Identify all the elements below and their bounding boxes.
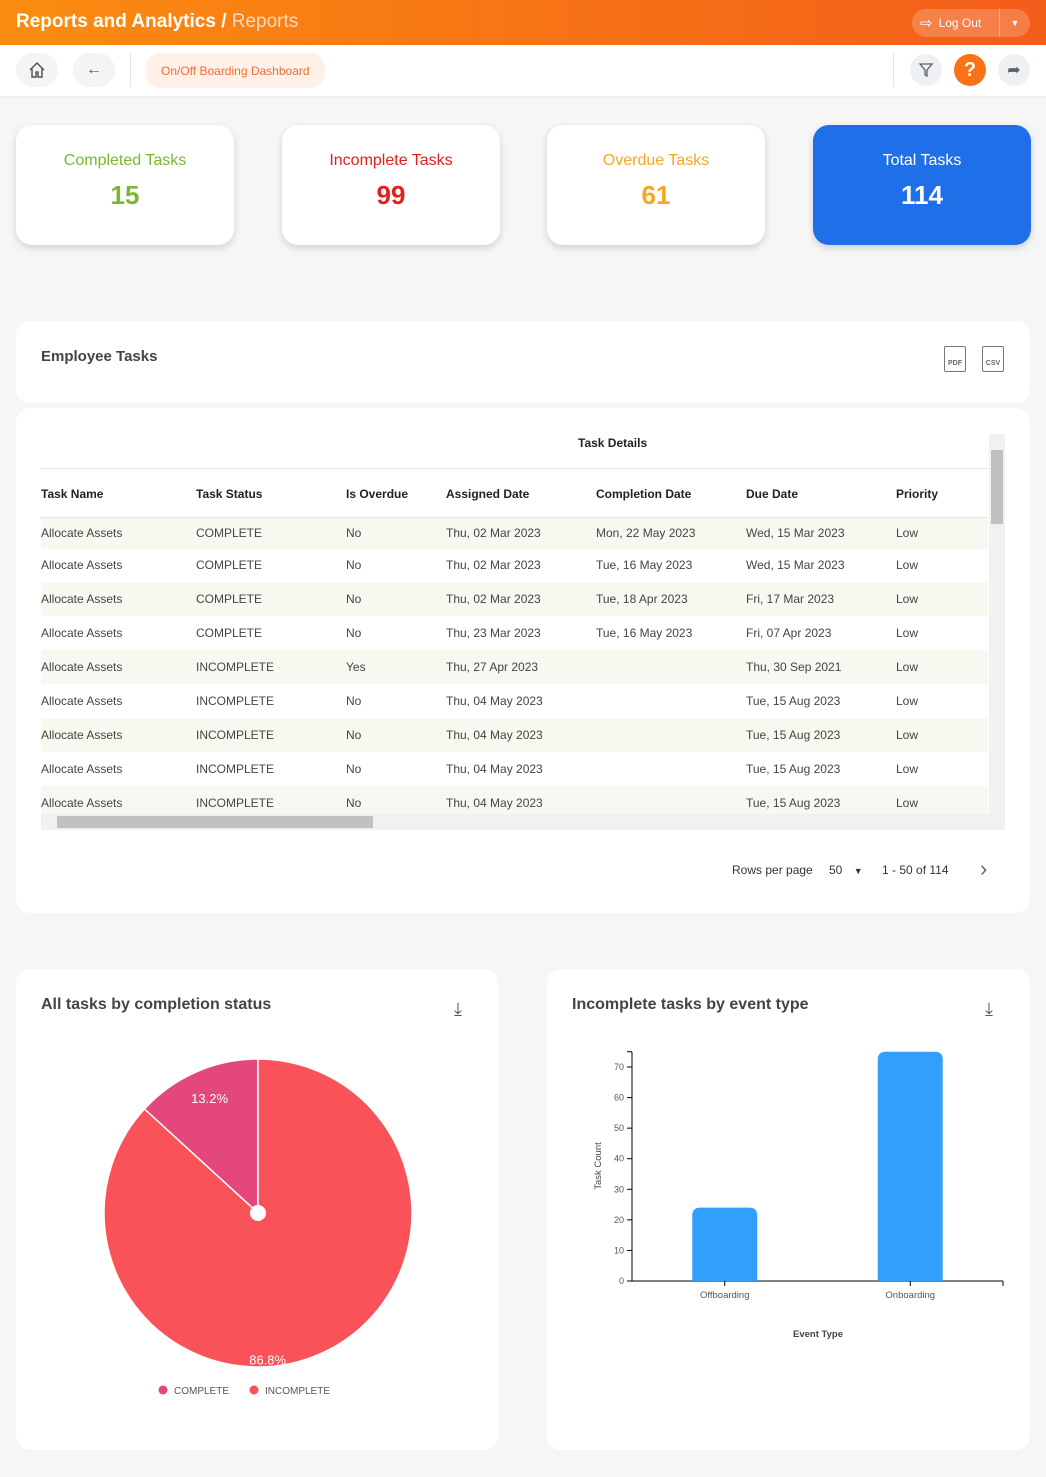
- legend-marker: [158, 1385, 168, 1395]
- pie-data-label: 13.2%: [191, 1091, 228, 1106]
- y-tick-label: 30: [614, 1184, 624, 1194]
- y-tick-label: 0: [619, 1276, 624, 1286]
- pie-center: [250, 1205, 266, 1221]
- pie-chart: 13.2% 86.8% COMPLETE INCOMPLETE 0 10 20 30 40 50 6…: [103, 1051, 1004, 1397]
- legend-label: COMPLETE: [174, 1386, 229, 1397]
- y-tick-label: 70: [614, 1062, 624, 1072]
- legend-marker: [249, 1385, 259, 1395]
- bar-onboarding[interactable]: [877, 1051, 943, 1281]
- bar-offboarding[interactable]: [692, 1207, 758, 1281]
- y-tick-label: 60: [614, 1093, 624, 1103]
- x-tick-label: Offboarding: [700, 1290, 749, 1301]
- legend-label: INCOMPLETE: [265, 1386, 330, 1397]
- y-tick-label: 40: [614, 1154, 624, 1164]
- y-tick-label: 10: [614, 1245, 624, 1255]
- x-axis-label: Event Type: [793, 1329, 843, 1340]
- y-axis-label: Task Count: [593, 1142, 604, 1190]
- y-tick-label: 20: [614, 1215, 624, 1225]
- y-tick-label: 50: [614, 1123, 624, 1133]
- x-tick-label: Onboarding: [885, 1290, 935, 1301]
- pie-data-label: 86.8%: [249, 1352, 286, 1367]
